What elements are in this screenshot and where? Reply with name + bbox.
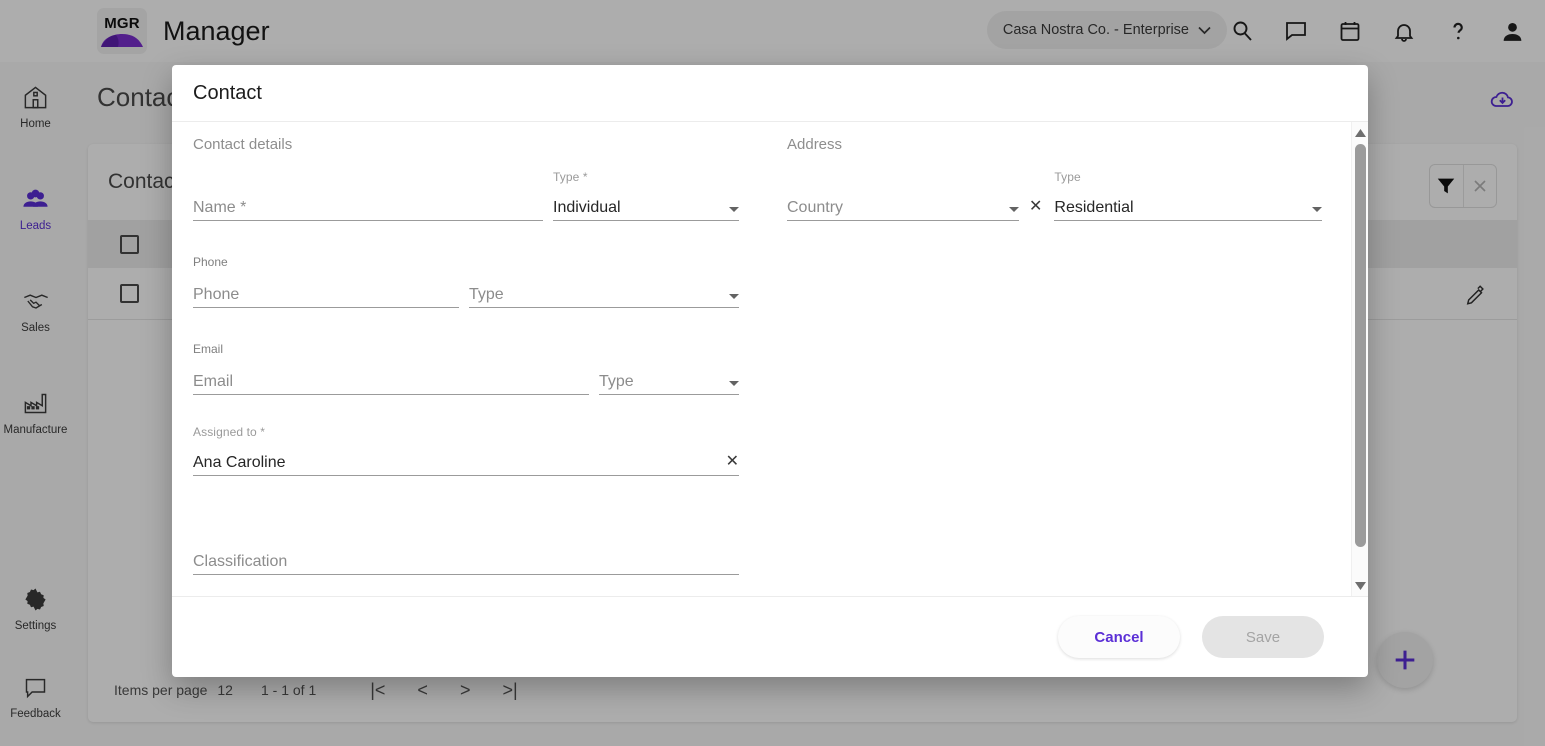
chevron-down-icon[interactable] [729, 381, 739, 386]
contact-type-field[interactable]: Type * Individual [553, 170, 739, 221]
email-field[interactable]: Email [193, 362, 589, 395]
chevron-down-icon[interactable] [1009, 207, 1019, 212]
phone-row: Phone Type [193, 275, 739, 308]
close-icon[interactable]: ✕ [1029, 199, 1042, 215]
cancel-button[interactable]: Cancel [1058, 616, 1180, 658]
email-input[interactable]: Email [193, 364, 589, 395]
assigned-to-value: Ana Caroline [193, 454, 286, 471]
email-group-label: Email [193, 342, 224, 356]
address-column: Address Country ✕ Type Residential [787, 136, 1328, 596]
chevron-down-icon[interactable] [1312, 207, 1323, 212]
dialog-header: Contact [172, 65, 1368, 122]
close-icon[interactable]: ✕ [726, 454, 739, 470]
country-select[interactable]: Country [787, 190, 1019, 221]
assigned-to-field[interactable]: Assigned to * Ana Caroline ✕ [193, 425, 739, 476]
phone-field[interactable]: Phone [193, 275, 459, 308]
phone-type-field[interactable]: Type [469, 275, 739, 308]
address-row: Country ✕ Type Residential [787, 170, 1328, 221]
contact-dialog: Contact Contact details Name * Type * In… [172, 65, 1368, 677]
email-placeholder: Email [193, 373, 234, 390]
name-field[interactable]: Name * [193, 170, 543, 221]
phone-group-label: Phone [193, 255, 228, 269]
dialog-scrollbar[interactable] [1351, 122, 1368, 596]
address-type-label: Type [1054, 170, 1081, 184]
contact-type-value: Individual [553, 199, 621, 216]
phone-placeholder: Phone [193, 286, 240, 303]
country-field[interactable]: Country [787, 170, 1019, 221]
phone-type-select[interactable]: Type [469, 277, 739, 308]
classification-input[interactable]: Classification [193, 544, 739, 575]
contact-type-select[interactable]: Individual [553, 190, 739, 221]
country-placeholder: Country [787, 199, 844, 216]
name-placeholder: Name * [193, 199, 247, 216]
contact-type-label: Type * [553, 170, 588, 184]
email-type-field[interactable]: Type [599, 362, 739, 395]
address-type-value: Residential [1054, 199, 1134, 216]
email-group: Email Email Type [193, 342, 739, 395]
name-type-row: Name * Type * Individual [193, 170, 739, 221]
scroll-down-arrow-icon[interactable] [1352, 577, 1368, 594]
classification-placeholder: Classification [193, 553, 288, 570]
scroll-up-arrow-icon[interactable] [1352, 124, 1368, 141]
assigned-to-label: Assigned to * [193, 425, 266, 439]
name-input[interactable]: Name * [193, 190, 543, 221]
assigned-to-input[interactable]: Ana Caroline ✕ [193, 445, 739, 476]
contact-details-column: Contact details Name * Type * Individual [193, 136, 739, 596]
classification-field[interactable]: Classification [193, 524, 739, 575]
address-section-label: Address [787, 136, 843, 153]
phone-group: Phone Phone Type [193, 255, 739, 308]
email-row: Email Type [193, 362, 739, 395]
phone-input[interactable]: Phone [193, 277, 459, 308]
app-root: Home Leads Sales Manufacture Settings Fe… [0, 0, 1545, 746]
dialog-title: Contact [193, 81, 262, 104]
scrollbar-thumb[interactable] [1355, 144, 1366, 547]
phone-type-placeholder: Type [469, 286, 504, 303]
address-type-select[interactable]: Residential [1054, 190, 1323, 221]
dialog-form: Contact details Name * Type * Individual [172, 122, 1368, 596]
dialog-footer: Cancel Save [172, 597, 1368, 677]
dialog-body: Contact details Name * Type * Individual [172, 122, 1368, 597]
chevron-down-icon[interactable] [729, 207, 739, 212]
address-type-field[interactable]: Type Residential [1054, 170, 1323, 221]
email-type-placeholder: Type [599, 373, 634, 390]
email-type-select[interactable]: Type [599, 364, 739, 395]
save-button: Save [1202, 616, 1324, 658]
contact-details-section-label: Contact details [193, 136, 293, 153]
chevron-down-icon[interactable] [729, 294, 739, 299]
